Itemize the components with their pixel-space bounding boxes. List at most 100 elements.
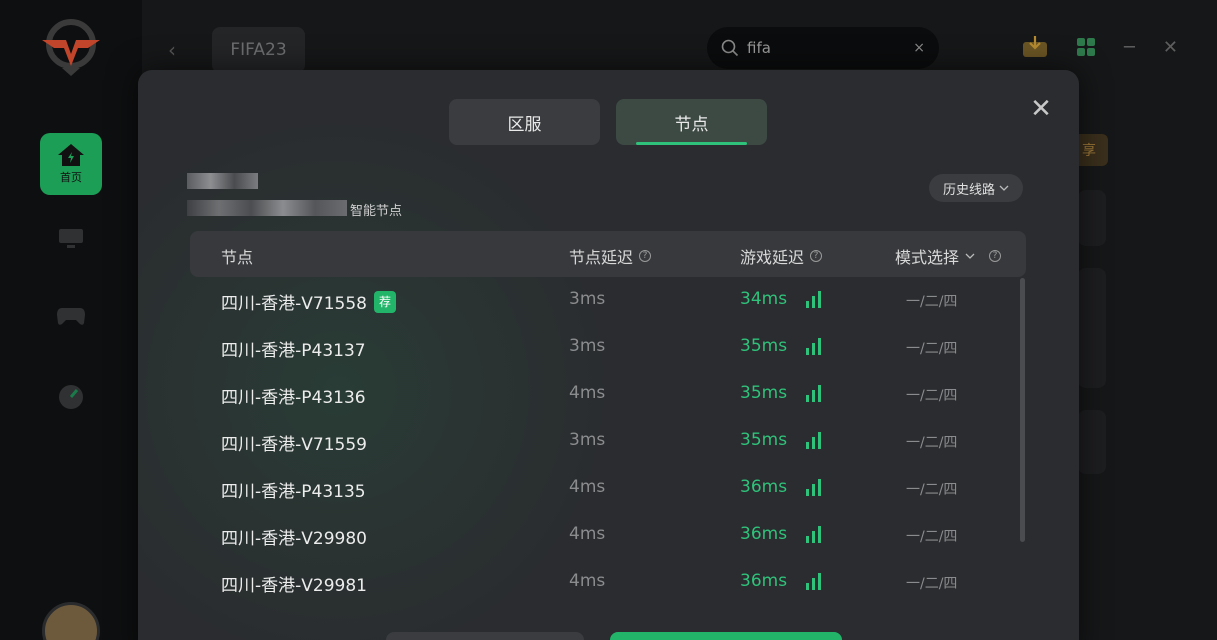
blurred-region-info — [187, 200, 347, 216]
download-icon[interactable] — [1022, 36, 1048, 58]
signal-strength-icon — [806, 573, 821, 590]
game-delay-value: 34ms — [740, 289, 788, 309]
chevron-down-icon — [965, 253, 975, 259]
help-icon[interactable]: ? — [639, 250, 652, 262]
chevron-down-icon — [999, 185, 1009, 191]
help-icon[interactable]: ? — [810, 250, 823, 262]
header-game-delay: 游戏延迟 ? — [740, 244, 823, 268]
node-name-label: 四川-香港-P43137 — [221, 341, 366, 361]
node-name: 四川-香港-P43135 — [221, 477, 366, 502]
search-icon — [721, 39, 739, 57]
back-button[interactable]: ‹ — [168, 38, 190, 64]
node-delay-value: 3ms — [569, 336, 606, 356]
node-name-label: 四川-香港-P43135 — [221, 482, 366, 502]
node-name: 四川-香港-V71559 — [221, 430, 367, 455]
primary-button[interactable] — [610, 632, 842, 640]
signal-strength-icon — [806, 338, 821, 355]
table-row[interactable]: 四川-香港-P43137 3ms 35ms 一/二/四 — [190, 324, 1016, 371]
history-route-button[interactable]: 历史线路 — [929, 174, 1023, 202]
tab-server[interactable]: 区服 — [449, 99, 600, 145]
signal-strength-icon — [806, 291, 821, 308]
history-route-label: 历史线路 — [942, 182, 995, 198]
nav-gamepad[interactable] — [55, 300, 87, 332]
node-delay-value: 4ms — [569, 383, 606, 403]
node-name-label: 四川-香港-V71558 — [221, 294, 367, 314]
signal-strength-icon — [806, 479, 821, 496]
table-row[interactable]: 四川-香港-V29981 4ms 36ms 一/二/四 — [190, 559, 1016, 606]
node-name: 四川-香港-V29981 — [221, 571, 367, 596]
node-name-label: 四川-香港-P43136 — [221, 388, 366, 408]
game-delay-value: 36ms — [740, 477, 788, 497]
game-delay-value: 35ms — [740, 336, 788, 356]
table-row[interactable]: 四川-香港-V71559 3ms 35ms 一/二/四 — [190, 418, 1016, 465]
node-delay-value: 3ms — [569, 430, 606, 450]
search-input[interactable] — [747, 39, 897, 57]
home-icon — [58, 144, 84, 166]
window-toolbar: ─ ✕ — [1022, 36, 1178, 58]
smart-node-label: 智能节点 — [350, 204, 403, 219]
blurred-region-name — [187, 173, 258, 189]
node-name: 四川-香港-V71558 荐 — [221, 289, 396, 314]
game-delay-value: 36ms — [740, 524, 788, 544]
header-node: 节点 — [221, 244, 253, 268]
node-select-modal: 区服 节点 ✕ 智能节点 历史线路 节点 节点延迟 ? 游戏延迟 ? 模式选择 — [138, 70, 1079, 640]
mode-value: 一/二/四 — [906, 482, 958, 498]
scrollbar[interactable] — [1020, 278, 1025, 542]
node-name-label: 四川-香港-V29980 — [221, 529, 367, 549]
header-game-delay-label: 游戏延迟 — [740, 248, 805, 267]
node-delay-value: 4ms — [569, 524, 606, 544]
close-icon[interactable]: ✕ — [1028, 96, 1054, 123]
table-row[interactable]: 四川-香港-V29980 4ms 36ms 一/二/四 — [190, 512, 1016, 559]
mode-value: 一/二/四 — [906, 388, 958, 404]
tab-node[interactable]: 节点 — [616, 99, 767, 145]
nav-monitor[interactable] — [55, 222, 87, 254]
tab-node-label: 节点 — [674, 114, 709, 135]
search-bar[interactable]: × — [707, 27, 939, 69]
table-row[interactable]: 四川-香港-P43136 4ms 35ms 一/二/四 — [190, 371, 1016, 418]
mode-value: 一/二/四 — [906, 529, 958, 545]
nav-home[interactable]: 首页 — [40, 133, 102, 195]
table-header: 节点 节点延迟 ? 游戏延迟 ? 模式选择 ? — [190, 231, 1026, 277]
table-row[interactable]: 四川-香港-P43135 4ms 36ms 一/二/四 — [190, 465, 1016, 512]
window-close-icon[interactable]: ✕ — [1163, 37, 1178, 58]
nav-speed[interactable] — [55, 381, 87, 413]
app-logo — [38, 18, 104, 76]
header-mode-select-label: 模式选择 — [895, 248, 960, 267]
node-name: 四川-香港-P43136 — [221, 383, 366, 408]
mode-value: 一/二/四 — [906, 294, 958, 310]
game-delay-value: 35ms — [740, 383, 788, 403]
secondary-button[interactable] — [386, 632, 584, 640]
node-name: 四川-香港-V29980 — [221, 524, 367, 549]
signal-strength-icon — [806, 385, 821, 402]
header-node-label: 节点 — [221, 248, 254, 267]
grid-apps-icon[interactable] — [1076, 37, 1096, 57]
nav-home-label: 首页 — [60, 171, 82, 184]
help-icon[interactable]: ? — [989, 250, 1002, 262]
bg-card — [1078, 410, 1106, 474]
game-tab[interactable]: FIFA23 — [212, 27, 305, 73]
mode-value: 一/二/四 — [906, 576, 958, 592]
node-delay-value: 4ms — [569, 477, 606, 497]
signal-strength-icon — [806, 432, 821, 449]
header-node-delay: 节点延迟 ? — [569, 244, 652, 268]
left-sidebar: 首页 — [0, 0, 142, 640]
minimize-icon[interactable]: ─ — [1124, 37, 1135, 58]
user-avatar[interactable] — [42, 602, 100, 640]
clear-search-icon[interactable]: × — [913, 40, 925, 56]
node-name-label: 四川-香港-V71559 — [221, 435, 367, 455]
active-tab-indicator — [636, 142, 747, 145]
monitor-icon — [59, 229, 83, 248]
node-delay-value: 4ms — [569, 571, 606, 591]
table-row[interactable]: 四川-香港-V71558 荐 3ms 34ms 一/二/四 — [190, 277, 1016, 324]
node-delay-value: 3ms — [569, 289, 606, 309]
header-node-delay-label: 节点延迟 — [569, 248, 634, 267]
signal-strength-icon — [806, 526, 821, 543]
bg-card — [1078, 268, 1106, 388]
game-delay-value: 36ms — [740, 571, 788, 591]
node-name: 四川-香港-P43137 — [221, 336, 366, 361]
header-mode-select[interactable]: 模式选择 ? — [895, 244, 1002, 268]
tab-server-label: 区服 — [507, 114, 542, 135]
gamepad-icon — [57, 308, 85, 325]
game-delay-value: 35ms — [740, 430, 788, 450]
bg-card — [1078, 190, 1106, 246]
